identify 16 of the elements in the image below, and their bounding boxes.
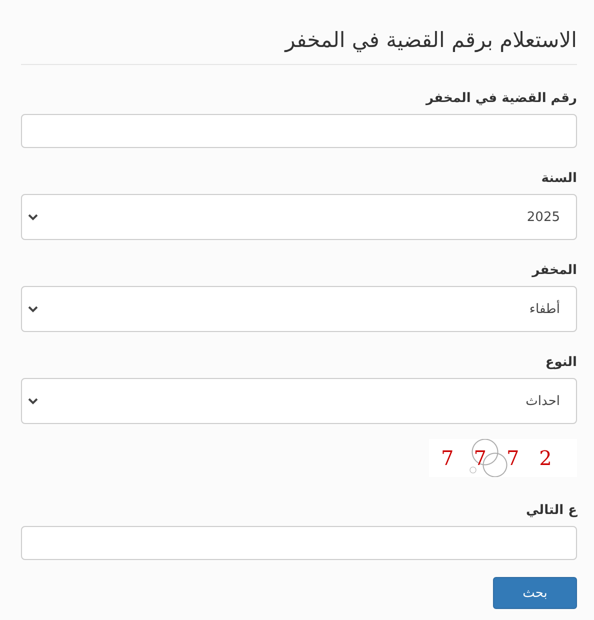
chevron-down-icon — [28, 398, 38, 404]
field-label: المخفر — [530, 263, 577, 278]
chevron-down-icon — [28, 214, 38, 220]
select-field[interactable]: 2025 — [21, 194, 577, 240]
field-label: النوع — [544, 355, 577, 370]
field-label: رقم القضية في المخفر — [424, 91, 577, 106]
select-field[interactable]: احداث — [21, 378, 577, 424]
input-field[interactable] — [21, 114, 577, 148]
chevron-down-icon — [28, 306, 38, 312]
select-field[interactable]: أطفاء — [21, 286, 577, 332]
search-button[interactable]: بحث — [493, 577, 577, 609]
field-label: ع التالي — [525, 503, 577, 518]
input-field[interactable] — [21, 526, 577, 560]
page-title: الاستعلام برقم القضية في المخفر — [21, 20, 577, 65]
captcha-text: 7772 — [440, 446, 572, 470]
field-label: السنة — [540, 171, 577, 186]
